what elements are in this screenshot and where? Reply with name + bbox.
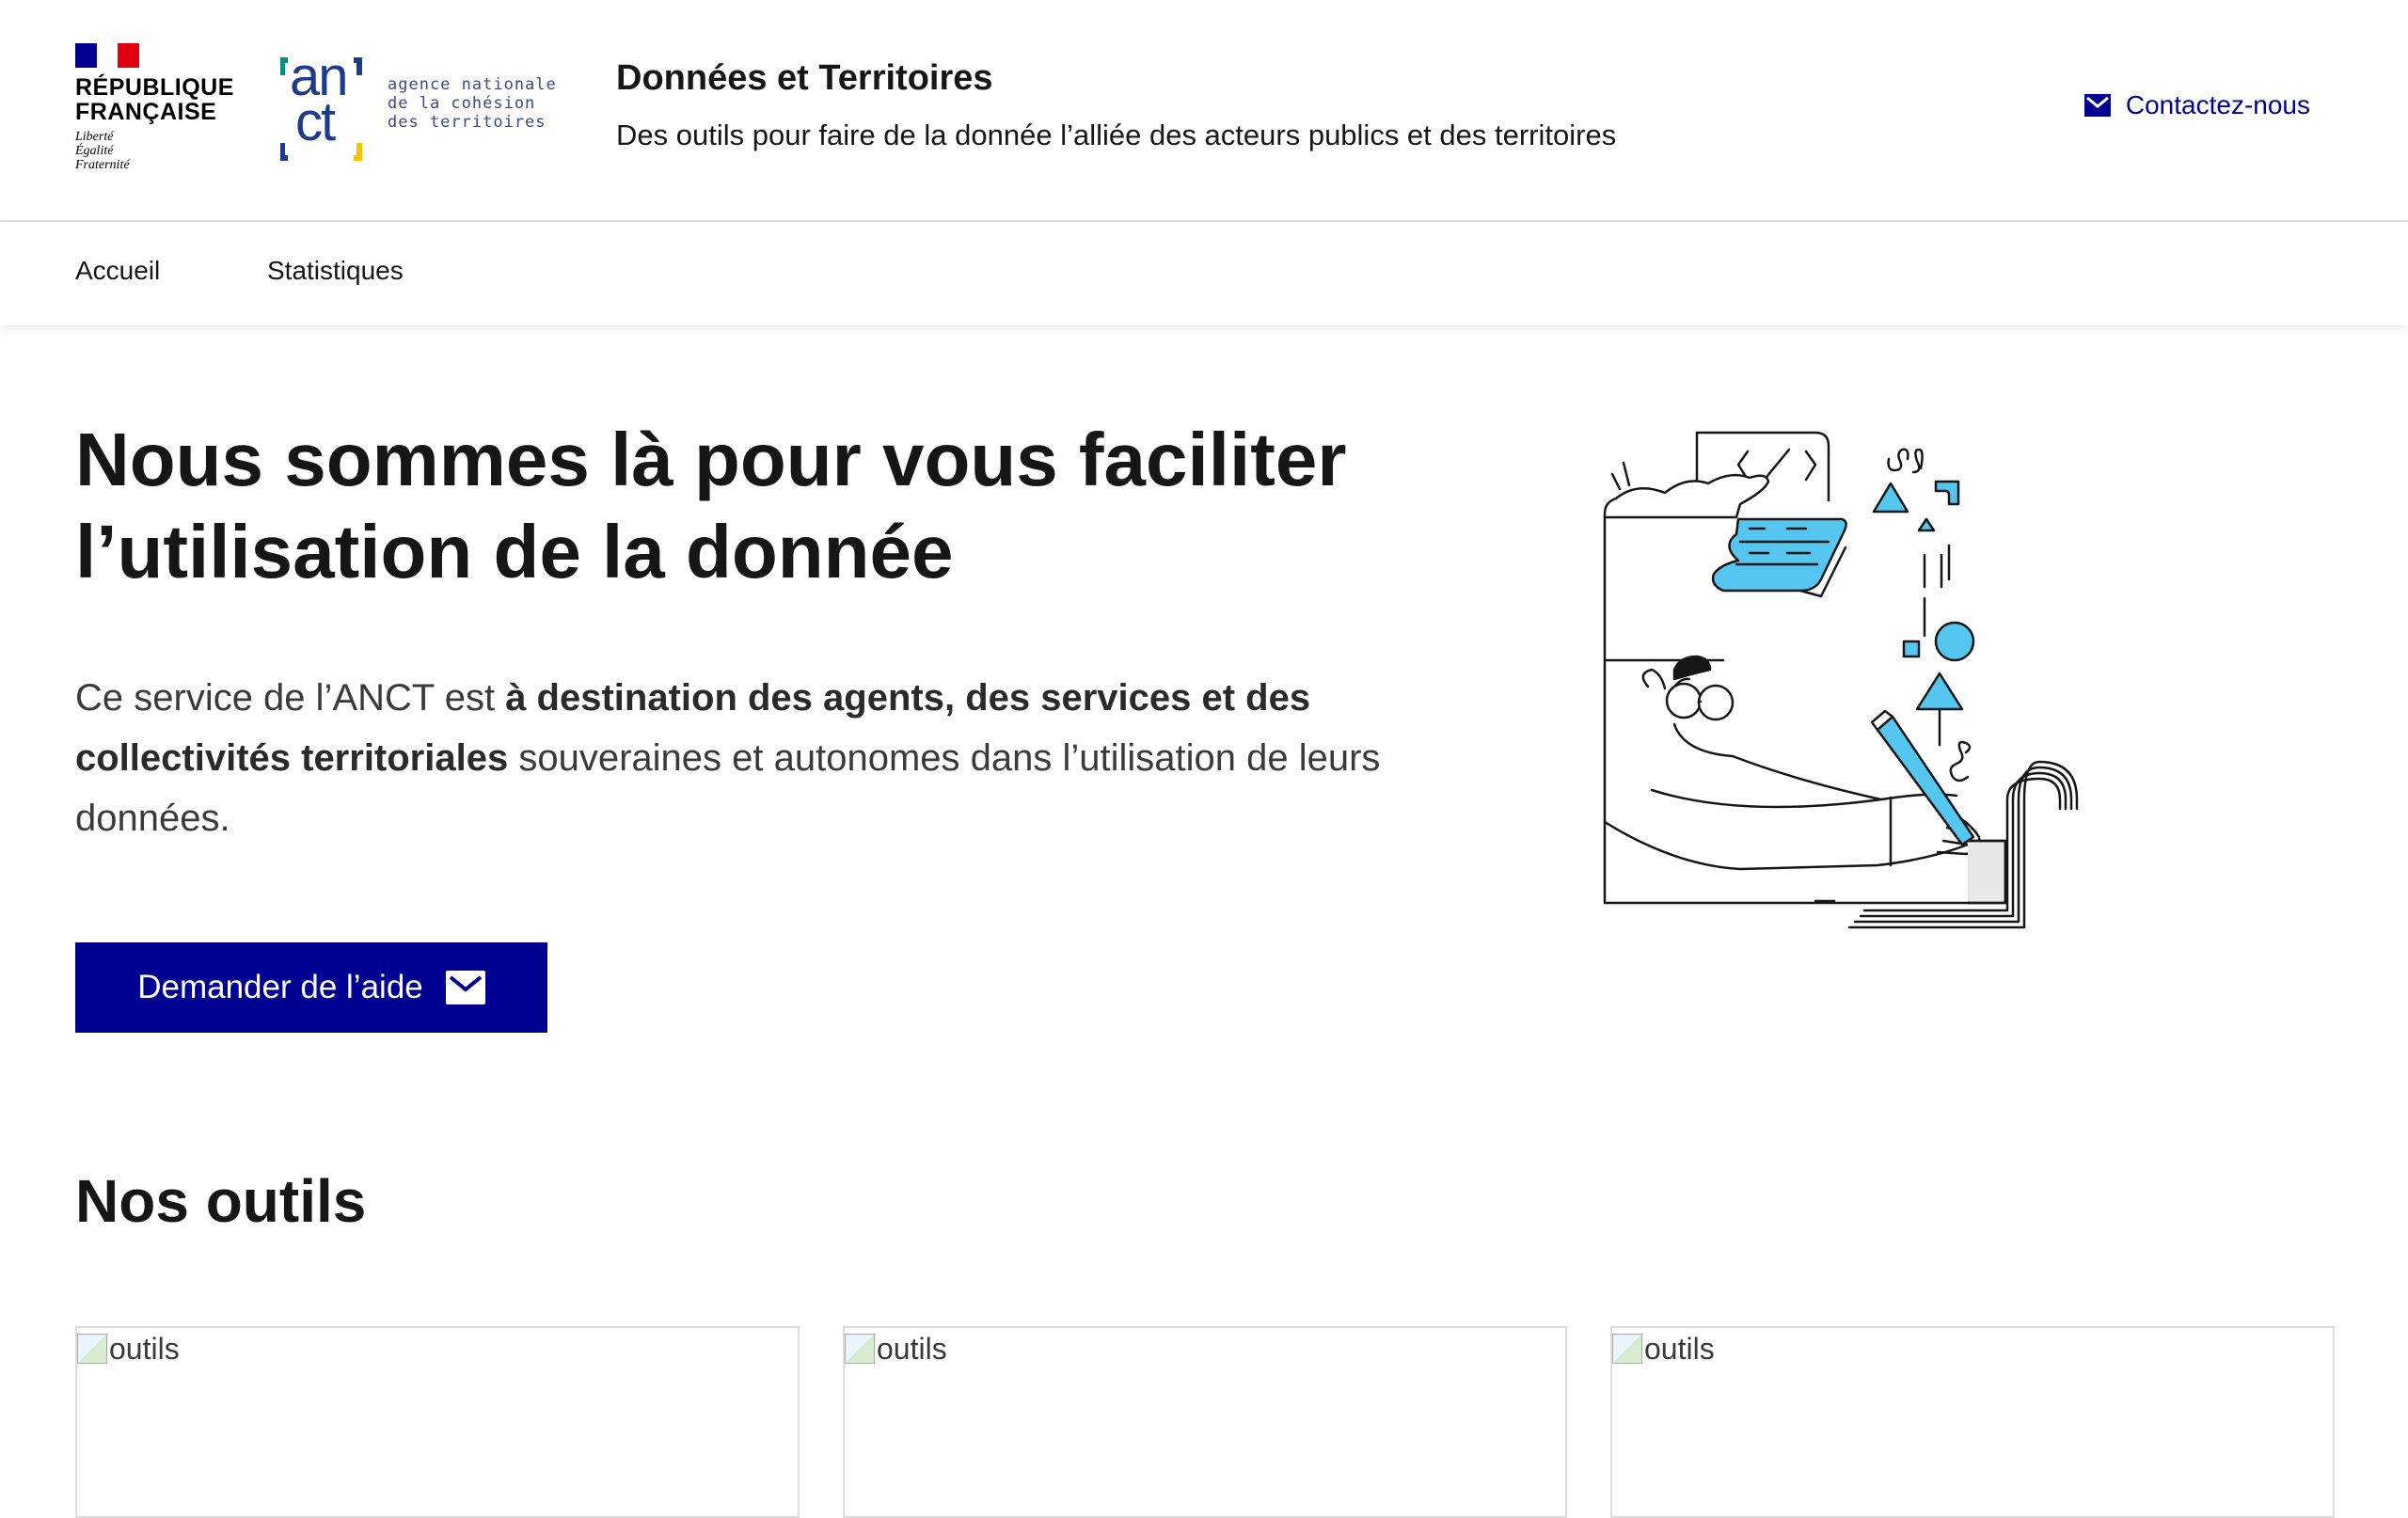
anct-text-line-1: agence nationale xyxy=(388,75,557,94)
republique-line-2: FRANÇAISE xyxy=(75,99,217,125)
tool-card[interactable]: outils xyxy=(75,1326,800,1518)
republique-line-1: RÉPUBLIQUE xyxy=(75,74,234,101)
anct-letters: an ct xyxy=(280,50,349,150)
envelope-icon xyxy=(445,971,485,1004)
tools-section-title: Nos outils xyxy=(75,1167,367,1235)
tool-card[interactable]: outils xyxy=(1610,1326,2335,1518)
tool-card[interactable]: outils xyxy=(843,1326,1567,1518)
hero-description: Ce service de l’ANCT est à destination d… xyxy=(75,668,1411,848)
contact-label: Contactez-nous xyxy=(2125,90,2310,119)
anct-text-line-3: des territoires xyxy=(388,113,547,132)
nav-item-accueil[interactable]: Accueil xyxy=(75,256,160,286)
motto-fraternite: Fraternité xyxy=(75,158,130,172)
republique-name: RÉPUBLIQUE FRANÇAISE xyxy=(75,75,234,124)
motto-egalite: Égalité xyxy=(75,144,114,158)
request-help-label: Demander de l’aide xyxy=(137,969,423,1005)
main-navigation: Accueil Statistiques xyxy=(0,222,2408,325)
anct-text-line-2: de la cohésion xyxy=(388,94,536,113)
person-working-illustration xyxy=(1603,431,2079,929)
site-tagline: Des outils pour faire de la donnée l’all… xyxy=(616,119,1617,151)
tool-card-image: outils xyxy=(77,1328,180,1367)
marianne-flag-icon xyxy=(75,43,140,68)
broken-image-icon xyxy=(845,1334,875,1364)
motto-liberte: Liberté xyxy=(75,130,114,144)
contact-link[interactable]: Contactez-nous xyxy=(2083,90,2310,120)
anct-agency-name: agence nationale de la cohésion des terr… xyxy=(388,75,557,132)
broken-image-icon xyxy=(77,1334,107,1364)
hero-title-line-1: Nous sommes là pour vous faciliter xyxy=(75,418,1347,501)
hero-title-line-2: l’utilisation de la donnée xyxy=(75,510,954,593)
hero-title: Nous sommes là pour vous faciliter l’uti… xyxy=(75,414,1486,598)
tool-card-image-alt: outils xyxy=(109,1332,180,1366)
site-title[interactable]: Données et Territoires xyxy=(616,58,993,99)
tool-card-image-alt: outils xyxy=(877,1332,947,1366)
nav-item-statistiques[interactable]: Statistiques xyxy=(267,256,404,286)
tool-card-image: outils xyxy=(1612,1328,1715,1367)
hero-text-part-1: Ce service de l’ANCT est xyxy=(75,677,506,719)
envelope-icon xyxy=(2083,94,2111,117)
tool-card-image: outils xyxy=(845,1328,947,1367)
tool-card-image-alt: outils xyxy=(1644,1332,1715,1366)
republique-francaise-logo[interactable]: RÉPUBLIQUE FRANÇAISE Liberté Égalité Fra… xyxy=(75,43,234,172)
republique-motto: Liberté Égalité Fraternité xyxy=(75,130,234,172)
site-header: RÉPUBLIQUE FRANÇAISE Liberté Égalité Fra… xyxy=(0,0,2408,222)
request-help-button[interactable]: Demander de l’aide xyxy=(75,942,547,1033)
broken-image-icon xyxy=(1612,1334,1642,1364)
anct-logo[interactable]: an ct agence nationale de la cohésion de… xyxy=(280,50,562,167)
